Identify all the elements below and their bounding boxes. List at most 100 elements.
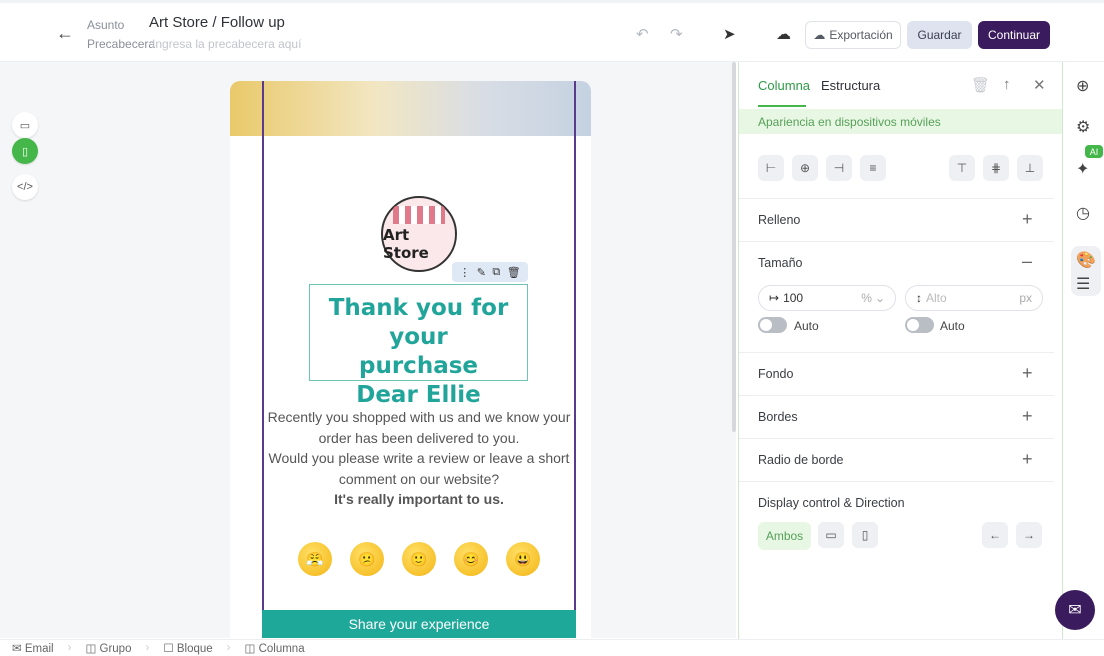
top-bar: ← Asunto Art Store / Follow up Precabece…	[0, 0, 1104, 62]
display-title: Display control & Direction	[758, 496, 905, 510]
heading-block[interactable]: Thank you for your purchase Dear Ellie	[309, 284, 528, 408]
subject-label: Asunto	[87, 18, 125, 32]
add-circle-icon[interactable]: ⊕	[1076, 76, 1089, 96]
trash-icon[interactable]: 🗑	[971, 76, 990, 94]
breadcrumb-bloque[interactable]: ☐ Bloque	[163, 641, 212, 655]
code-view-icon[interactable]: </>	[12, 174, 38, 200]
smile-emoji-icon[interactable]: 😊	[454, 542, 488, 576]
email-heading[interactable]: Thank you for your purchase Dear Ellie	[310, 294, 527, 410]
minus-icon[interactable]: –	[1022, 251, 1032, 272]
direction-left-icon[interactable]: ←	[982, 522, 1008, 548]
body-line: order has been delivered to you.	[318, 429, 520, 446]
align-center-icon[interactable]: ⊕	[792, 155, 818, 181]
breadcrumb-label: Columna	[258, 643, 305, 655]
plus-icon[interactable]: +	[1022, 406, 1033, 427]
align-left-icon[interactable]: ⊢	[758, 155, 784, 181]
width-auto-toggle[interactable]	[758, 317, 787, 333]
sparkle-icon[interactable]: ✦	[1076, 159, 1089, 179]
angry-emoji-icon[interactable]: 😤	[298, 542, 332, 576]
mobile-view-icon[interactable]: ▯	[12, 138, 38, 164]
confused-emoji-icon[interactable]: 😕	[350, 542, 384, 576]
chat-icon[interactable]: ✉	[1055, 590, 1095, 630]
height-placeholder: Alto	[926, 291, 947, 305]
edit-icon[interactable]: ✎	[477, 266, 486, 279]
height-icon: ↕	[916, 291, 922, 305]
width-value: 100	[783, 291, 804, 305]
tab-estructura[interactable]: Estructura	[821, 78, 880, 93]
palette-icon[interactable]: 🎨	[1076, 250, 1096, 270]
breadcrumb-email[interactable]: ✉ Email	[12, 641, 54, 655]
logo-text: Art Store	[383, 226, 429, 262]
align-bottom-icon[interactable]: ⊥	[1017, 155, 1043, 181]
breadcrumb-separator: ›	[67, 642, 72, 654]
body-line: Would you please write a review or leave…	[268, 450, 570, 466]
canvas-scrollbar[interactable]	[732, 62, 736, 432]
list-edit-icon[interactable]: ☰	[1076, 274, 1090, 294]
right-rail: ⊕ ⚙ AI ✦ ◷ 🎨 ☰	[1063, 62, 1104, 639]
block-toolbar: ⋮ ✎ ⧉ 🗑	[452, 262, 528, 282]
undo-icon[interactable]: ↶	[636, 25, 649, 43]
width-auto-label: Auto	[794, 319, 819, 333]
width-unit[interactable]: %	[861, 291, 872, 305]
back-arrow-icon[interactable]: ←	[56, 23, 74, 44]
drag-handle-icon[interactable]: ⋮	[459, 266, 470, 279]
preheader-input[interactable]: Ingresa la precabecera aquí	[152, 37, 301, 51]
grin-emoji-icon[interactable]: 😃	[506, 542, 540, 576]
subject-input[interactable]: Art Store / Follow up	[149, 14, 285, 31]
delete-icon[interactable]: 🗑	[507, 266, 521, 279]
body-line: comment on our website?	[338, 470, 500, 487]
share-experience-button[interactable]: Share your experience	[262, 610, 576, 638]
tab-columna[interactable]: Columna	[758, 78, 810, 93]
vertical-align-group: ⊤ ⋕ ⊥	[949, 155, 1051, 181]
height-field[interactable]: ↕ Alto px	[905, 285, 1043, 311]
plus-icon[interactable]: +	[1022, 209, 1033, 230]
desktop-only-icon[interactable]: ▭	[818, 522, 844, 548]
slight-smile-emoji-icon[interactable]: 🙂	[402, 542, 436, 576]
chevron-down-icon[interactable]: ⌄	[875, 291, 885, 305]
send-icon[interactable]: ➤	[723, 25, 736, 43]
plus-icon[interactable]: +	[1022, 363, 1033, 384]
align-justify-icon[interactable]: ≡	[860, 155, 886, 181]
section-relleno[interactable]: Relleno +	[739, 198, 1054, 241]
desktop-view-icon[interactable]: ▭	[12, 112, 38, 138]
ai-badge: AI	[1085, 145, 1103, 158]
speedometer-icon[interactable]: ◷	[1076, 203, 1090, 223]
save-button[interactable]: Guardar	[907, 21, 972, 49]
gear-icon[interactable]: ⚙	[1076, 117, 1090, 137]
align-middle-icon[interactable]: ⋕	[983, 155, 1009, 181]
breadcrumb-columna[interactable]: ◫ Columna	[245, 641, 305, 655]
redo-icon[interactable]: ↷	[670, 25, 683, 43]
bordes-title: Bordes	[758, 410, 798, 424]
body-text[interactable]: Recently you shopped with us and we know…	[263, 407, 575, 510]
mobile-only-icon[interactable]: ▯	[852, 522, 878, 548]
tab-indicator	[758, 105, 806, 107]
align-top-icon[interactable]: ⊤	[949, 155, 975, 181]
close-icon[interactable]: ✕	[1033, 76, 1046, 94]
export-button[interactable]: ☁ Exportación	[805, 21, 901, 49]
continue-button[interactable]: Continuar	[978, 21, 1050, 49]
plus-icon[interactable]: +	[1022, 449, 1033, 470]
art-store-logo[interactable]: Art Store	[381, 196, 457, 272]
cloud-upload-icon[interactable]: ☁	[776, 25, 791, 43]
radio-title: Radio de borde	[758, 453, 844, 467]
width-icon: ↦	[769, 291, 780, 305]
breadcrumb-label: Grupo	[99, 643, 132, 655]
export-label: Exportación	[829, 28, 893, 42]
direction-right-icon[interactable]: →	[1016, 522, 1042, 548]
height-auto-toggle[interactable]	[905, 317, 934, 333]
section-fondo[interactable]: Fondo +	[739, 352, 1054, 395]
section-bordes[interactable]: Bordes +	[739, 395, 1054, 438]
section-radio[interactable]: Radio de borde +	[739, 438, 1054, 481]
breadcrumb-grupo[interactable]: ◫ Grupo	[85, 641, 131, 655]
width-field[interactable]: ↦ 100 % ⌄	[758, 285, 896, 311]
ambos-button[interactable]: Ambos	[758, 522, 811, 550]
arrow-up-icon[interactable]: ↑	[1003, 76, 1011, 93]
settings-panel: Columna Estructura 🗑 ↑ ✕ Apariencia en d…	[738, 62, 1063, 639]
align-right-icon[interactable]: ⊣	[826, 155, 852, 181]
breadcrumb-separator: ›	[226, 642, 231, 654]
logo-awning	[393, 206, 445, 224]
duplicate-icon[interactable]: ⧉	[492, 266, 500, 279]
body-line: Recently you shopped with us and we know…	[267, 409, 571, 425]
height-auto-label: Auto	[940, 319, 965, 333]
relleno-title: Relleno	[758, 213, 801, 227]
